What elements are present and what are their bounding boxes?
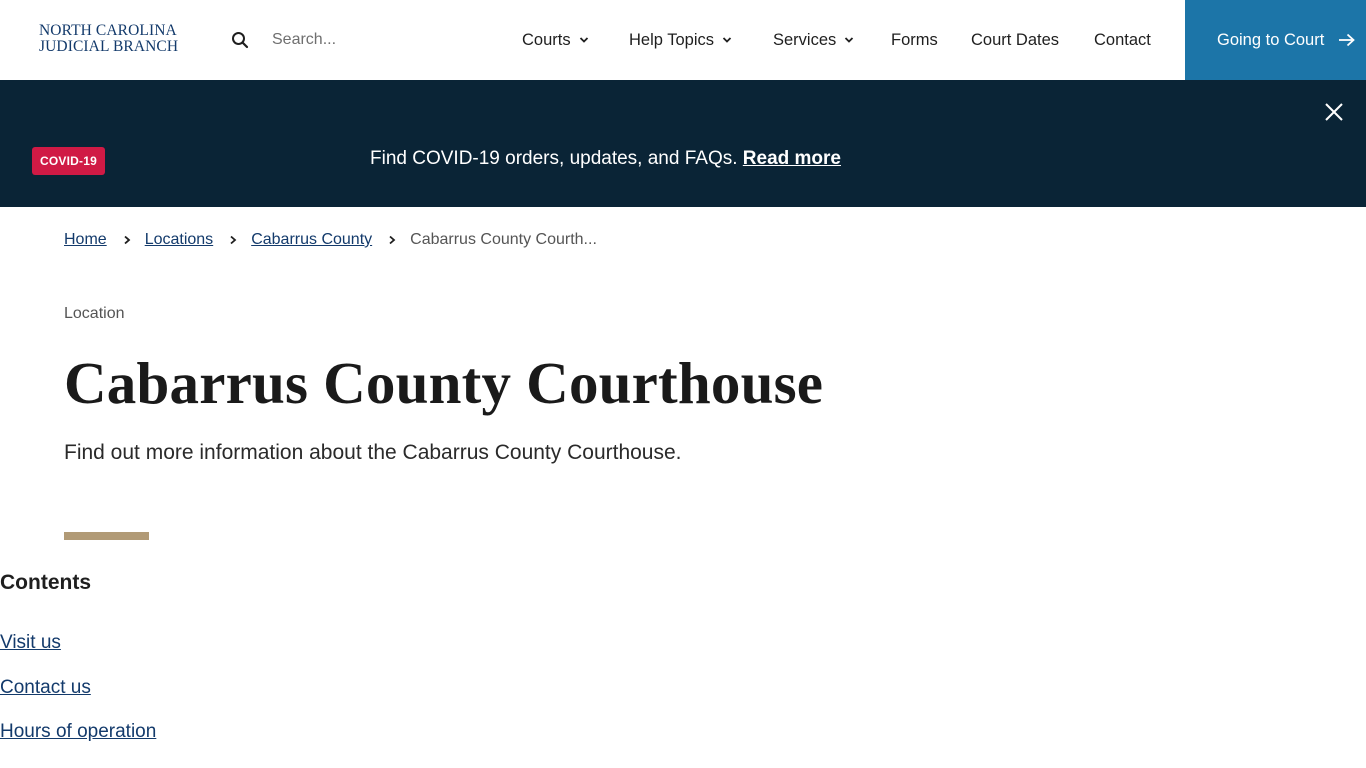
content-type-label: Location: [64, 305, 125, 322]
nav-services-label: Services: [773, 30, 837, 49]
nav-contact[interactable]: Contact: [1094, 0, 1151, 80]
nav-court-dates[interactable]: Court Dates: [971, 0, 1059, 80]
going-to-court-label: Going to Court: [1217, 30, 1325, 49]
breadcrumb-locations[interactable]: Locations: [145, 231, 214, 249]
nav-services[interactable]: Services: [773, 0, 854, 80]
search-input[interactable]: [262, 24, 502, 56]
chevron-right-icon: [124, 235, 131, 245]
accent-divider: [64, 532, 149, 540]
toc-link-hours-of-operation[interactable]: Hours of operation: [0, 721, 156, 743]
page-lede: Find out more information about the Caba…: [64, 441, 682, 464]
banner-message: Find COVID-19 orders, updates, and FAQs.…: [370, 146, 841, 172]
nav-courts-label: Courts: [522, 30, 571, 49]
read-more-link[interactable]: Read more: [743, 148, 841, 169]
contents-heading: Contents: [0, 571, 91, 594]
logo-line-1: NORTH CAROLINA: [39, 22, 177, 39]
nav-courts[interactable]: Courts: [522, 0, 589, 80]
close-icon[interactable]: [1324, 102, 1344, 122]
arrow-right-icon: [1339, 33, 1356, 47]
toc-link-visit-us[interactable]: Visit us: [0, 632, 61, 654]
breadcrumb: Home Locations Cabarrus County Cabarrus …: [64, 229, 597, 251]
chevron-down-icon: [845, 37, 854, 43]
covid-badge: COVID-19: [32, 147, 105, 175]
chevron-right-icon: [230, 235, 237, 245]
banner-message-text: Find COVID-19 orders, updates, and FAQs.: [370, 148, 738, 169]
breadcrumb-current: Cabarrus County Courth...: [410, 231, 597, 248]
covid-alert-banner: COVID-19 Find COVID-19 orders, updates, …: [0, 80, 1366, 207]
toc-link-contact-us[interactable]: Contact us: [0, 677, 91, 699]
logo-line-2: JUDICIAL BRANCH: [39, 38, 179, 55]
nav-help-topics-label: Help Topics: [629, 30, 714, 49]
nav-help-topics[interactable]: Help Topics: [629, 0, 732, 80]
chevron-down-icon: [579, 37, 588, 43]
breadcrumb-home[interactable]: Home: [64, 231, 107, 249]
chevron-down-icon: [722, 37, 732, 43]
breadcrumb-cabarrus-county[interactable]: Cabarrus County: [251, 231, 372, 249]
nav-forms[interactable]: Forms: [891, 0, 938, 80]
site-header: NORTH CAROLINA JUDICIAL BRANCH Courts He…: [0, 0, 1366, 80]
site-logo[interactable]: NORTH CAROLINA JUDICIAL BRANCH: [39, 23, 189, 55]
search-icon[interactable]: [231, 31, 249, 49]
chevron-right-icon: [389, 235, 396, 245]
going-to-court-button[interactable]: Going to Court: [1185, 0, 1366, 80]
page-title: Cabarrus County Courthouse: [64, 350, 824, 416]
